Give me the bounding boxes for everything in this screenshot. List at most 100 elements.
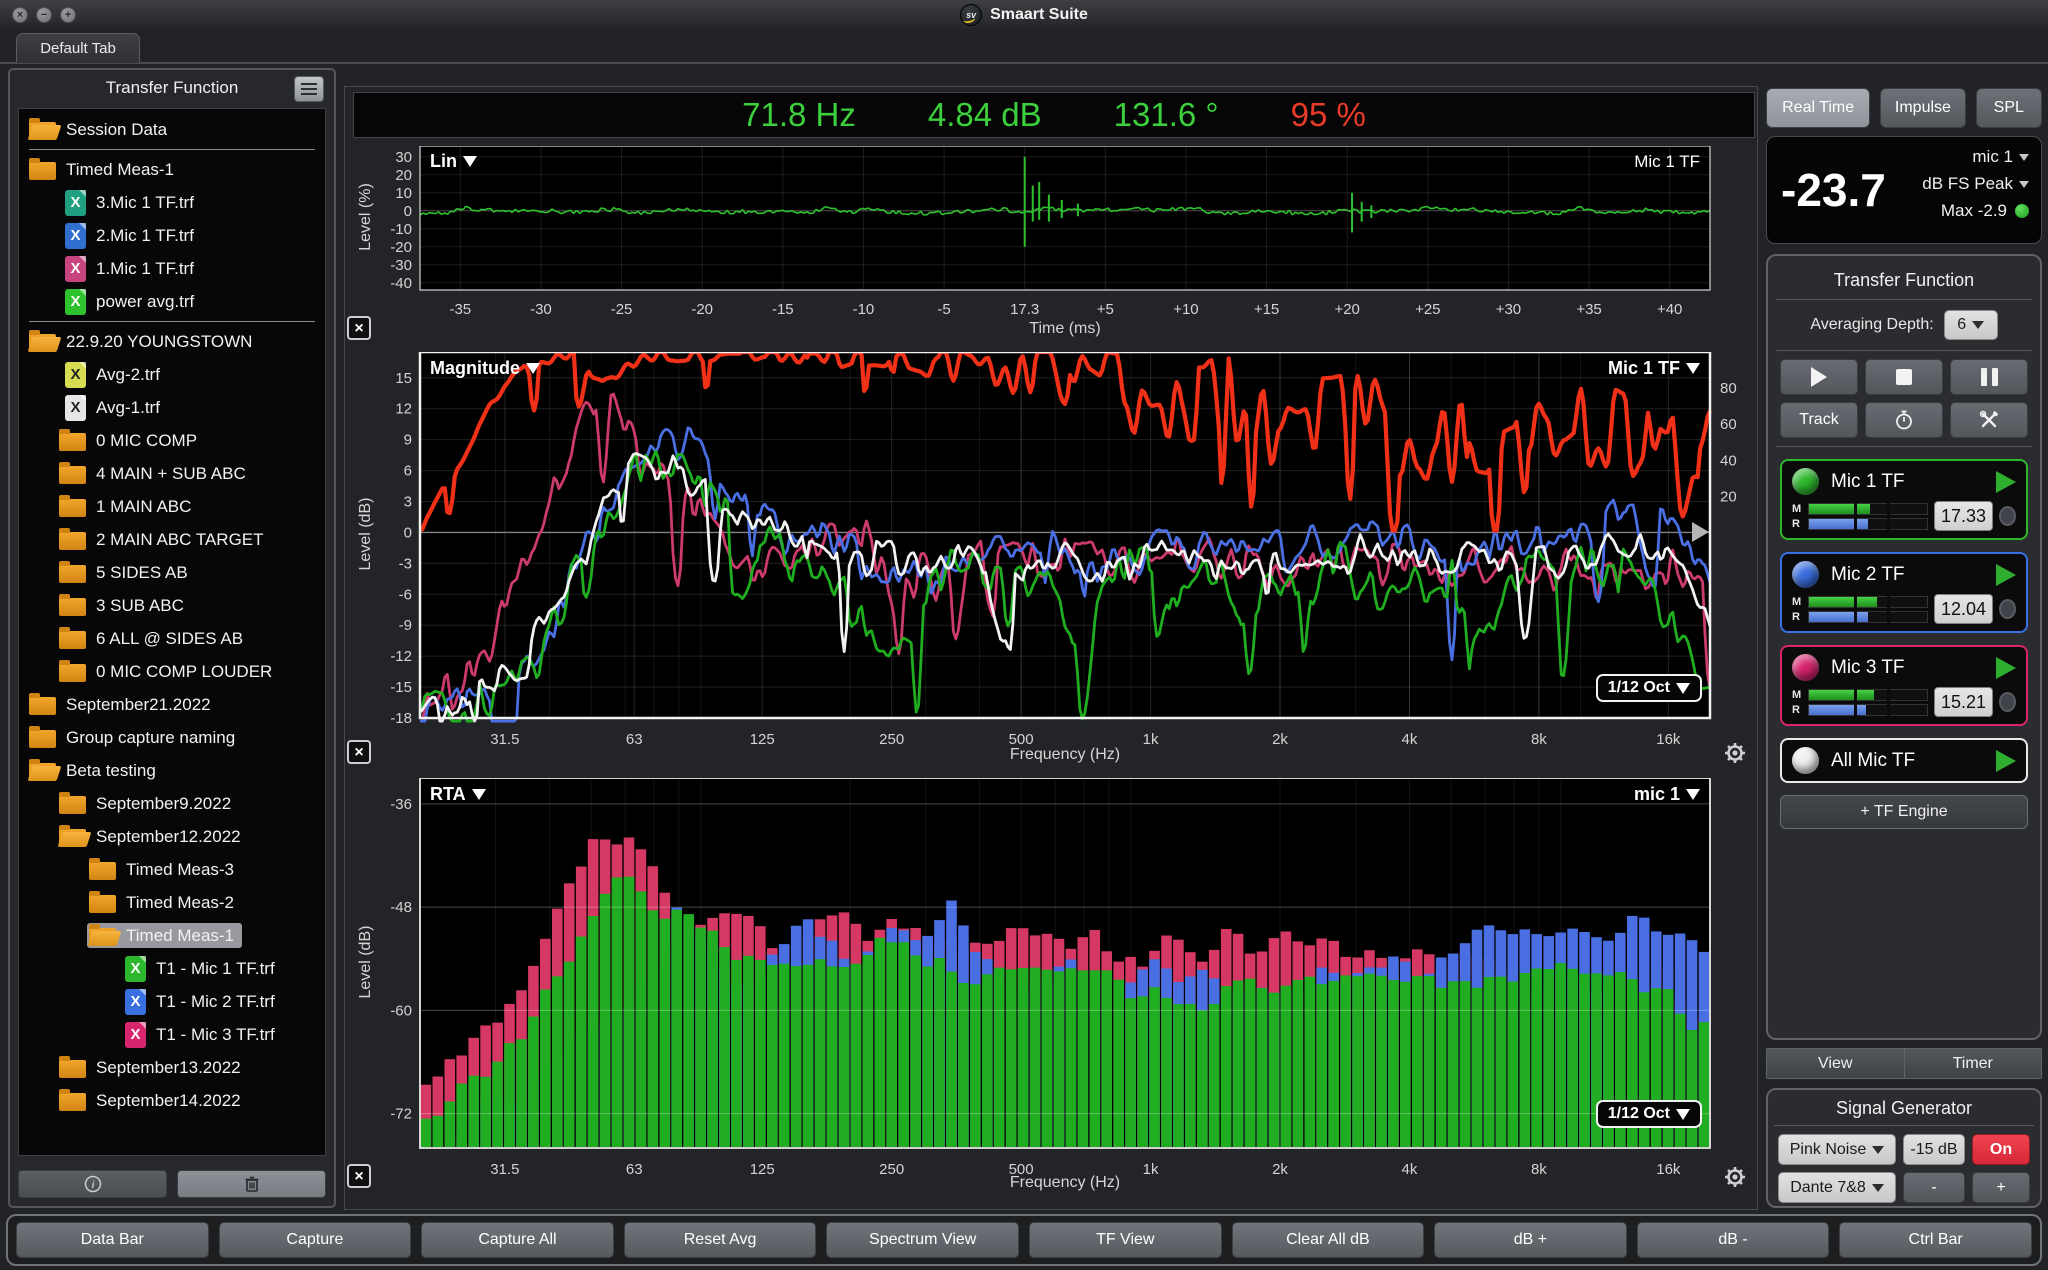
tree-item-file[interactable]: X 1.Mic 1 TF.trf: [19, 252, 325, 285]
tree-item-file[interactable]: X T1 - Mic 2 TF.trf: [19, 985, 325, 1018]
tf-engine-2[interactable]: Mic 2 TF M R 12.04: [1780, 552, 2028, 633]
engine-color-dot[interactable]: [1792, 561, 1819, 588]
timer-capture-button[interactable]: [1865, 402, 1943, 438]
engine-play-icon[interactable]: [1996, 563, 2016, 586]
timer-button[interactable]: Timer: [1904, 1049, 2041, 1078]
rta-plot[interactable]: -36-48-60-7231.5 63 125 250 500 1k 2k 4k 8k 16k: [352, 778, 1756, 1202]
engine-status-dot[interactable]: [1998, 692, 2016, 712]
add-tf-engine-button[interactable]: + TF Engine: [1780, 795, 2028, 829]
generator-level-minus-button[interactable]: -: [1903, 1172, 1965, 1203]
engine-play-icon[interactable]: [1996, 656, 2016, 679]
magnitude-plot[interactable]: 15129630-3-6-9-12-15-188060402031.5 63 125…: [352, 352, 1756, 772]
tree-item-file[interactable]: X T1 - Mic 3 TF.trf: [19, 1018, 325, 1051]
engine-status-dot[interactable]: [1998, 506, 2016, 526]
bottombar-data-bar-button[interactable]: Data Bar: [16, 1222, 209, 1258]
magnitude-type-dropdown[interactable]: Magnitude: [430, 358, 540, 379]
tf-engine-3[interactable]: Mic 3 TF M R 15.21: [1780, 645, 2028, 726]
view-button[interactable]: View: [1767, 1049, 1905, 1078]
bottombar-spectrum-view-button[interactable]: Spectrum View: [826, 1222, 1019, 1258]
track-button[interactable]: Track: [1780, 402, 1858, 438]
tab-default[interactable]: Default Tab: [16, 33, 140, 63]
spl-button[interactable]: SPL: [1975, 88, 2042, 128]
tree-item-file[interactable]: Xpower avg.trf: [19, 285, 325, 318]
tree-item-folder[interactable]: Session Data: [19, 113, 325, 146]
delay-value-display[interactable]: 12.04: [1934, 594, 1993, 624]
rta-source-dropdown[interactable]: mic 1: [1634, 784, 1700, 805]
tree-item-file[interactable]: X T1 - Mic 1 TF.trf: [19, 952, 325, 985]
tree-item-folder[interactable]: 22.9.20 YOUNGSTOWN: [19, 325, 325, 358]
magnitude-settings-button[interactable]: [1722, 740, 1748, 766]
rta-type-dropdown[interactable]: RTA: [430, 784, 486, 805]
tools-button[interactable]: [1950, 402, 2028, 438]
bottombar-reset-avg-button[interactable]: Reset Avg: [623, 1222, 817, 1258]
zero-db-marker[interactable]: [1692, 522, 1709, 542]
tree-item-file[interactable]: X Avg-2.trf: [19, 358, 325, 391]
meter-source-dropdown[interactable]: mic 1: [1972, 147, 2029, 167]
engine-play-icon[interactable]: [1996, 470, 2016, 493]
output-dropdown[interactable]: Dante 7&8: [1778, 1172, 1896, 1203]
bottombar-clear-all-db-button[interactable]: Clear All dB: [1231, 1222, 1425, 1258]
bottombar-ctrl-bar-button[interactable]: Ctrl Bar: [1839, 1222, 2032, 1258]
hamburger-menu-icon[interactable]: [294, 76, 324, 102]
pause-button[interactable]: [1950, 359, 2028, 395]
tree-item-folder[interactable]: September12.2022: [19, 820, 325, 853]
tree-item-folder[interactable]: 0 MIC COMP LOUDER: [19, 655, 325, 688]
play-button[interactable]: [1780, 359, 1858, 395]
delete-button[interactable]: [177, 1170, 326, 1198]
tree-item-folder[interactable]: 2 MAIN ABC TARGET: [19, 523, 325, 556]
tree-item-folder[interactable]: 0 MIC COMP: [19, 424, 325, 457]
tree-item-file[interactable]: X 3.Mic 1 TF.trf: [19, 186, 325, 219]
tree-item-folder[interactable]: 6 ALL @ SIDES AB: [19, 622, 325, 655]
tree-item-file[interactable]: X 2.Mic 1 TF.trf: [19, 219, 325, 252]
rta-settings-button[interactable]: [1722, 1164, 1748, 1190]
bottombar-tf-view-button[interactable]: TF View: [1028, 1222, 1222, 1258]
tree-item-folder[interactable]: Timed Meas-1: [19, 919, 325, 952]
tree-item-folder[interactable]: September9.2022: [19, 787, 325, 820]
bottombar-db--button[interactable]: dB -: [1636, 1222, 1830, 1258]
tree-item-folder[interactable]: Timed Meas-3: [19, 853, 325, 886]
tree-item-file[interactable]: X Avg-1.trf: [19, 391, 325, 424]
averaging-depth-dropdown[interactable]: 6: [1943, 310, 1998, 340]
tree-item-folder[interactable]: September21.2022: [19, 688, 325, 721]
magnitude-close-button[interactable]: ×: [347, 740, 371, 764]
magnitude-banding-dropdown[interactable]: 1/12 Oct: [1595, 674, 1702, 702]
ir-type-dropdown[interactable]: Lin: [430, 151, 477, 172]
delay-value-display[interactable]: 17.33: [1934, 501, 1993, 531]
tree-item-folder[interactable]: 3 SUB ABC: [19, 589, 325, 622]
bottombar-capture-all-button[interactable]: Capture All: [421, 1222, 614, 1258]
tree-item-folder[interactable]: 1 MAIN ABC: [19, 490, 325, 523]
input-meter: -23.7 mic 1 dB FS Peak Max -2.9: [1766, 136, 2042, 244]
engine-color-dot[interactable]: [1792, 468, 1819, 495]
impulse-button[interactable]: Impulse: [1880, 88, 1966, 128]
tree-item-folder[interactable]: 5 SIDES AB: [19, 556, 325, 589]
tree-item-folder[interactable]: Timed Meas-2: [19, 886, 325, 919]
engine-color-dot[interactable]: [1792, 654, 1819, 681]
bottombar-db--button[interactable]: dB +: [1434, 1222, 1627, 1258]
engine-status-dot[interactable]: [1998, 599, 2016, 619]
rta-banding-dropdown[interactable]: 1/12 Oct: [1595, 1100, 1702, 1128]
waveform-dropdown[interactable]: Pink Noise: [1778, 1134, 1896, 1165]
real-time-button[interactable]: Real Time: [1766, 88, 1871, 128]
stop-button[interactable]: [1865, 359, 1943, 395]
ir-plot[interactable]: 3020100-10-20-30-40-35 -30 -25 -20 -15 -10 -5 1…: [352, 146, 1756, 346]
ir-xlabel: Time (ms): [1029, 320, 1101, 337]
generator-level-plus-button[interactable]: +: [1972, 1172, 2030, 1203]
tree-item-folder[interactable]: 4 MAIN + SUB ABC: [19, 457, 325, 490]
tree-item-folder[interactable]: Group capture naming: [19, 721, 325, 754]
delay-value-display[interactable]: 15.21: [1934, 687, 1993, 717]
info-button[interactable]: i: [18, 1170, 167, 1198]
engine-play-icon[interactable]: [1996, 749, 2016, 772]
tree-item-folder[interactable]: September14.2022: [19, 1084, 325, 1117]
rta-close-button[interactable]: ×: [347, 1164, 371, 1188]
engine-color-dot[interactable]: [1792, 747, 1819, 774]
meter-unit-dropdown[interactable]: dB FS Peak: [1922, 174, 2029, 194]
ir-close-button[interactable]: ×: [347, 316, 371, 340]
bottombar-capture-button[interactable]: Capture: [218, 1222, 412, 1258]
tree-item-folder[interactable]: Timed Meas-1: [19, 153, 325, 186]
generator-on-button[interactable]: On: [1972, 1134, 2030, 1165]
tree-item-folder[interactable]: September13.2022: [19, 1051, 325, 1084]
magnitude-source-dropdown[interactable]: Mic 1 TF: [1608, 358, 1700, 379]
tree-item-folder[interactable]: Beta testing: [19, 754, 325, 787]
tf-engine-1[interactable]: Mic 1 TF M R 17.33: [1780, 459, 2028, 540]
tf-engine-4[interactable]: All Mic TF: [1780, 738, 2028, 783]
